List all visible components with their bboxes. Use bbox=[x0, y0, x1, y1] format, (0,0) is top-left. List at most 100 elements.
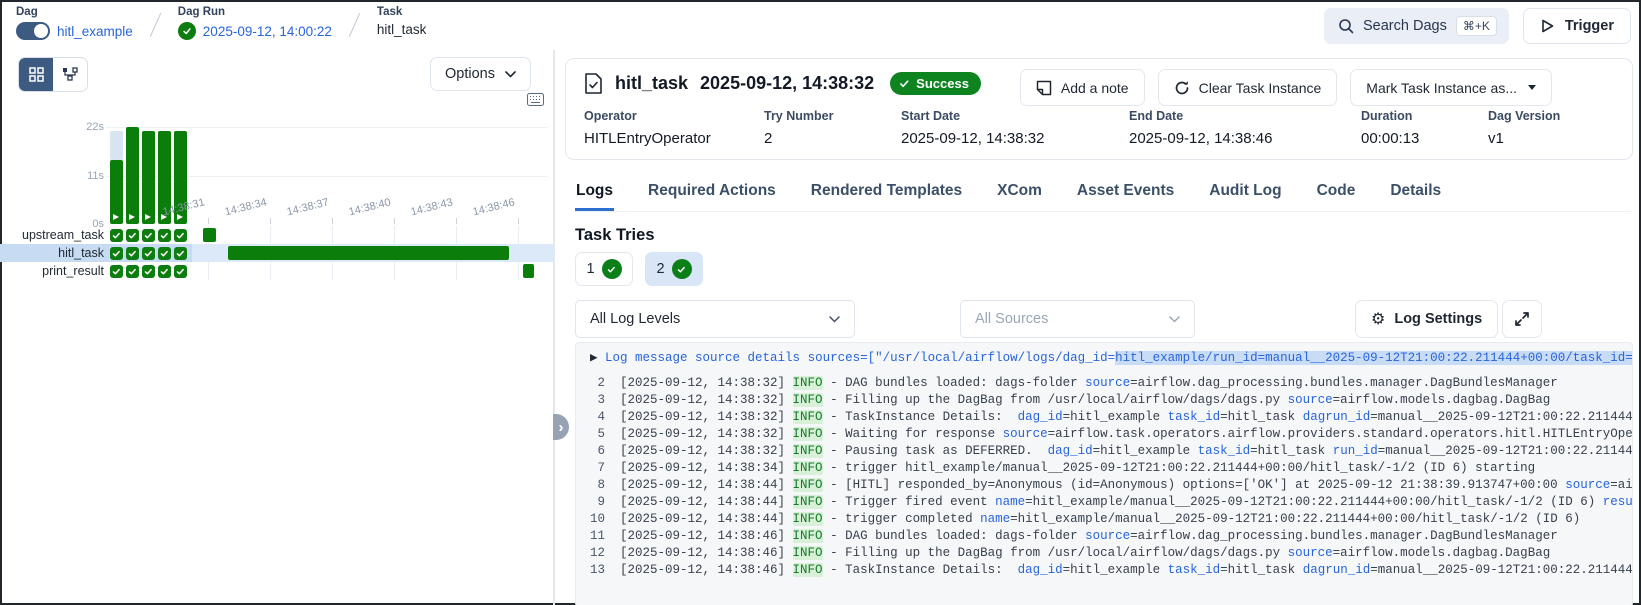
dag-link[interactable]: hitl_example bbox=[57, 24, 133, 39]
log-key: resu bbox=[1603, 495, 1632, 509]
x-axis-label: 14:38:37 bbox=[271, 196, 330, 222]
axis-tick bbox=[332, 218, 333, 224]
tab-asset-events[interactable]: Asset Events bbox=[1076, 178, 1175, 211]
log-source-header[interactable]: ▶ Log message source details sources=["/… bbox=[590, 350, 1632, 367]
meta-start-date: Start Date2025-09-12, 14:38:32 bbox=[901, 109, 1129, 147]
clear-task-instance-button[interactable]: Clear Task Instance bbox=[1158, 69, 1338, 106]
try-number: 1 bbox=[586, 261, 594, 277]
success-check-icon[interactable] bbox=[126, 229, 139, 242]
log-text: =airflow.task.operators.airflow.provider… bbox=[1048, 427, 1632, 441]
graph-view-button[interactable] bbox=[53, 58, 87, 91]
log-line-number: 4 bbox=[590, 410, 620, 424]
log-text: - TaskInstance Details: bbox=[823, 410, 1018, 424]
dag-run-link[interactable]: 2025-09-12, 14:00:22 bbox=[203, 24, 332, 39]
axis-tick bbox=[270, 218, 271, 224]
log-viewer[interactable]: ▶ Log message source details sources=["/… bbox=[575, 342, 1633, 605]
play-icon bbox=[1540, 18, 1555, 34]
trigger-button[interactable]: Trigger bbox=[1523, 8, 1631, 44]
meta-value: v1 bbox=[1488, 130, 1608, 147]
log-settings-button[interactable]: ⚙ Log Settings bbox=[1355, 300, 1498, 338]
breadcrumb-separator bbox=[150, 13, 161, 37]
log-key: Log message source details sources=["/us… bbox=[605, 351, 1115, 365]
log-key: task_id bbox=[1198, 444, 1251, 458]
mark-task-instance-as-button[interactable]: Mark Task Instance as... bbox=[1350, 69, 1552, 106]
gantt-bar[interactable] bbox=[228, 246, 509, 260]
tab-xcom[interactable]: XCom bbox=[996, 178, 1043, 211]
log-timestamp: [2025-09-12, 14:38:32] bbox=[620, 427, 793, 441]
tab-required-actions[interactable]: Required Actions bbox=[647, 178, 777, 211]
breadcrumb-task: Task hitl_task bbox=[377, 6, 427, 37]
keyboard-shortcuts-icon[interactable] bbox=[527, 93, 544, 106]
run-duration-bar[interactable] bbox=[126, 127, 139, 224]
log-timestamp: [2025-09-12, 14:38:46] bbox=[620, 546, 793, 560]
chevron-down-icon bbox=[505, 71, 516, 78]
success-check-icon[interactable] bbox=[126, 247, 139, 260]
search-dags-button[interactable]: Search Dags ⌘+K bbox=[1324, 8, 1509, 44]
success-check-icon[interactable] bbox=[158, 265, 171, 278]
success-check-icon[interactable] bbox=[174, 265, 187, 278]
x-axis-label: 14:38:34 bbox=[209, 196, 268, 222]
tab-audit-log[interactable]: Audit Log bbox=[1208, 178, 1282, 211]
meta-label: Try Number bbox=[764, 109, 901, 123]
options-button[interactable]: Options bbox=[430, 57, 531, 91]
log-text: =airflow.models.dagbag.DagBag bbox=[1333, 393, 1551, 407]
add-note-button[interactable]: Add a note bbox=[1020, 69, 1145, 106]
dag-pause-toggle[interactable] bbox=[16, 22, 50, 40]
log-line: 2 [2025-09-12, 14:38:32] INFO - DAG bund… bbox=[590, 375, 1632, 392]
tab-rendered-templates[interactable]: Rendered Templates bbox=[810, 178, 963, 211]
log-sources-select[interactable]: All Sources bbox=[960, 300, 1195, 338]
breadcrumb-separator bbox=[349, 13, 360, 37]
success-check-icon[interactable] bbox=[142, 247, 155, 260]
success-check-icon[interactable] bbox=[142, 265, 155, 278]
gantt-bar[interactable] bbox=[203, 228, 216, 242]
try-2-chip[interactable]: 2 bbox=[645, 252, 703, 286]
task-name-label[interactable]: upstream_task bbox=[0, 228, 107, 242]
queued-duration-bar[interactable] bbox=[110, 131, 123, 160]
success-check-icon[interactable] bbox=[126, 265, 139, 278]
success-check-icon[interactable] bbox=[158, 229, 171, 242]
axis-tick bbox=[394, 218, 395, 224]
log-key: source bbox=[1288, 546, 1333, 560]
success-check-icon[interactable] bbox=[110, 265, 123, 278]
success-check-icon[interactable] bbox=[174, 247, 187, 260]
expand-icon bbox=[1514, 311, 1530, 327]
task-name-label[interactable]: print_result bbox=[0, 264, 107, 278]
search-shortcut: ⌘+K bbox=[1456, 16, 1497, 36]
success-check-icon[interactable] bbox=[142, 229, 155, 242]
log-text: - Filling up the DagBag from /usr/local/… bbox=[823, 546, 1288, 560]
log-level: INFO bbox=[793, 410, 823, 424]
task-name-label[interactable]: hitl_task bbox=[0, 246, 107, 260]
gridline bbox=[106, 176, 548, 177]
task-row-print_result[interactable]: print_result bbox=[0, 262, 553, 280]
tab-logs[interactable]: Logs bbox=[575, 178, 614, 211]
tab-details[interactable]: Details bbox=[1389, 178, 1442, 211]
search-icon bbox=[1338, 18, 1354, 34]
log-text: =manual__2025-09-12T21:00:22.211444 bbox=[1370, 410, 1632, 424]
status-badge: Success bbox=[890, 72, 981, 95]
log-key: dag_id bbox=[1018, 563, 1063, 577]
log-key: source bbox=[1565, 478, 1610, 492]
breadcrumb-dag: Dag hitl_example bbox=[16, 6, 133, 40]
log-level: INFO bbox=[793, 376, 823, 390]
task-row-hitl_task[interactable]: hitl_task bbox=[0, 244, 553, 262]
success-check-icon[interactable] bbox=[110, 229, 123, 242]
meta-operator: OperatorHITLEntryOperator bbox=[584, 109, 764, 147]
log-line: 7 [2025-09-12, 14:38:34] INFO - trigger … bbox=[590, 460, 1632, 477]
success-check-icon[interactable] bbox=[158, 247, 171, 260]
success-check-icon[interactable] bbox=[174, 229, 187, 242]
success-check-icon[interactable] bbox=[110, 247, 123, 260]
tab-code[interactable]: Code bbox=[1316, 178, 1357, 211]
dag-run-success-icon bbox=[178, 22, 196, 40]
run-duration-bar[interactable] bbox=[110, 160, 123, 224]
log-text: =hitl_task bbox=[1220, 410, 1303, 424]
check-icon bbox=[899, 78, 910, 89]
log-text: =hitl_example bbox=[1093, 444, 1198, 458]
log-levels-select[interactable]: All Log Levels bbox=[575, 300, 855, 338]
task-row-upstream_task[interactable]: upstream_task bbox=[0, 226, 553, 244]
log-key: hitl_example/run_id=manual__2025-09-12T2… bbox=[1115, 351, 1632, 365]
fullscreen-logs-button[interactable] bbox=[1502, 300, 1542, 338]
grid-view-button[interactable] bbox=[19, 58, 53, 91]
log-level: INFO bbox=[793, 444, 823, 458]
try-1-chip[interactable]: 1 bbox=[575, 252, 633, 286]
gantt-bar[interactable] bbox=[523, 264, 534, 278]
